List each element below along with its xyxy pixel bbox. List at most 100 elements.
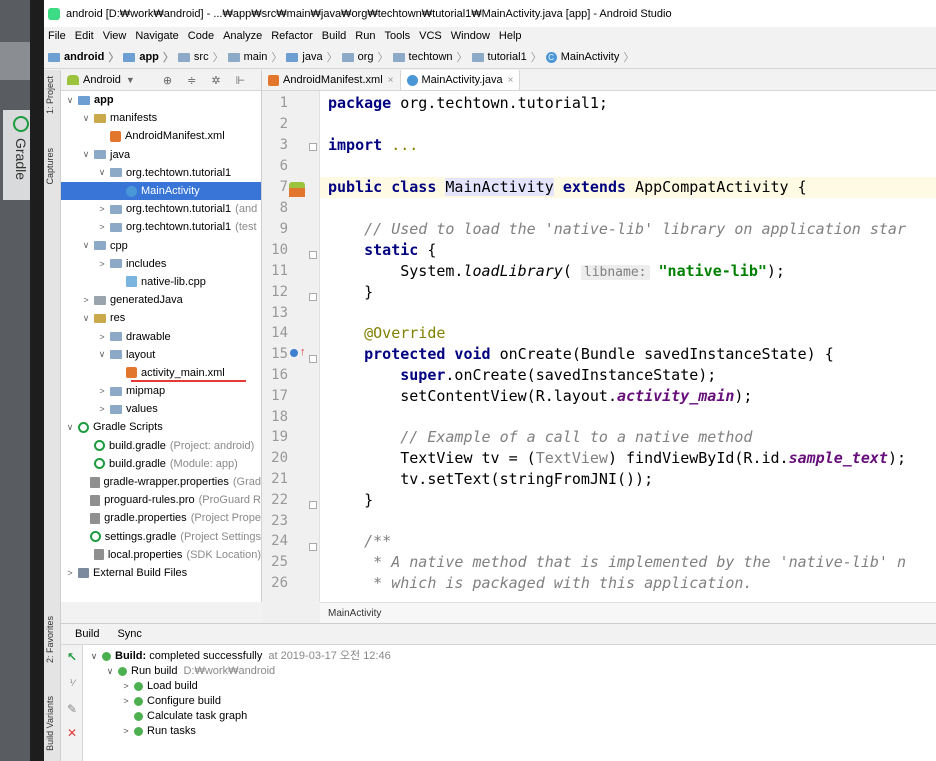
tree-item[interactable]: gradle.properties (Project Prope [61, 509, 261, 527]
tree-item[interactable]: ∨ org.techtown.tutorial1 [61, 164, 261, 182]
menu-view[interactable]: View [103, 30, 127, 42]
crumb-org[interactable]: org 〉 [341, 49, 389, 65]
chevron-right-icon[interactable]: > [97, 259, 107, 269]
fold-icon[interactable] [309, 143, 317, 151]
menu-refactor[interactable]: Refactor [271, 30, 313, 42]
close-icon[interactable]: × [508, 75, 514, 86]
fold-icon[interactable] [309, 355, 317, 363]
chevron-right-icon[interactable]: > [97, 204, 107, 214]
tree-item[interactable]: > org.techtown.tutorial1 (test [61, 218, 261, 236]
project-view-selector[interactable]: Android [83, 74, 121, 86]
chevron-down-icon[interactable]: ∨ [89, 649, 99, 664]
tree-item[interactable]: local.properties (SDK Location) [61, 546, 261, 564]
build-row-status[interactable]: ∨ Build: completed successfully at 2019-… [89, 649, 391, 664]
close-icon[interactable]: × [388, 75, 394, 86]
chevron-down-icon[interactable]: ∨ [81, 313, 91, 324]
tree-item[interactable]: ∨ Gradle Scripts [61, 418, 261, 436]
tab-mainactivity[interactable]: MainActivity.java × [400, 70, 521, 90]
chevron-right-icon[interactable]: > [97, 222, 107, 232]
chevron-right-icon[interactable]: > [97, 404, 107, 414]
chevron-right-icon[interactable]: > [121, 724, 131, 739]
build-row-load-build[interactable]: > Load build [121, 679, 197, 694]
tree-item[interactable]: build.gradle (Project: android) [61, 437, 261, 455]
menu-edit[interactable]: Edit [75, 30, 94, 42]
tree-item[interactable]: > values [61, 400, 261, 418]
chevron-right-icon[interactable]: > [65, 568, 75, 578]
build-variants-tool-tab[interactable]: Build Variants [45, 696, 55, 751]
chevron-right-icon[interactable]: > [81, 295, 91, 305]
crumb-android[interactable]: android 〉 [48, 49, 119, 65]
crumb-tutorial1[interactable]: tutorial1 〉 [471, 49, 542, 65]
fold-icon[interactable] [309, 251, 317, 259]
menu-navigate[interactable]: Navigate [135, 30, 178, 42]
menu-window[interactable]: Window [451, 30, 490, 42]
fold-icon[interactable] [309, 293, 317, 301]
project-panel-tools[interactable]: ⊕ ≑ ✲ ⊩ [163, 74, 251, 87]
build-row-configure-build[interactable]: > Configure build [121, 694, 221, 709]
build-row-run-build[interactable]: ∨ Run build D:₩work₩android [105, 664, 275, 679]
tree-item[interactable]: > mipmap [61, 382, 261, 400]
chevron-down-icon[interactable]: ▼ [126, 75, 135, 85]
tree-item[interactable]: > drawable [61, 327, 261, 345]
tree-item[interactable]: activity_main.xml [61, 364, 261, 382]
chevron-down-icon[interactable]: ∨ [105, 664, 115, 679]
chevron-down-icon[interactable]: ∨ [65, 422, 75, 433]
tree-item[interactable]: settings.gradle (Project Settings [61, 528, 261, 546]
tree-item[interactable]: ∨ layout [61, 346, 261, 364]
tree-item[interactable]: ∨ manifests [61, 109, 261, 127]
crumb-mainactivity[interactable]: C MainActivity 〉 [545, 49, 634, 65]
tab-androidmanifest[interactable]: AndroidManifest.xml × [262, 70, 401, 90]
menu-tools[interactable]: Tools [384, 30, 410, 42]
tree-item[interactable]: > org.techtown.tutorial1 (and [61, 200, 261, 218]
project-tool-tab[interactable]: 1: Project [45, 76, 55, 114]
chevron-right-icon[interactable]: > [121, 694, 131, 709]
menu-vcs[interactable]: VCS [419, 30, 442, 42]
tab-build[interactable]: Build [75, 628, 99, 640]
chevron-right-icon[interactable]: > [97, 386, 107, 396]
tree-item[interactable]: build.gradle (Module: app) [61, 455, 261, 473]
chevron-down-icon[interactable]: ∨ [97, 349, 107, 360]
tree-item[interactable]: AndroidManifest.xml [61, 127, 261, 145]
fold-icon[interactable] [309, 543, 317, 551]
tree-item[interactable]: native-lib.cpp [61, 273, 261, 291]
menu-help[interactable]: Help [499, 30, 522, 42]
chevron-down-icon[interactable]: ∨ [81, 149, 91, 160]
override-icon[interactable] [290, 349, 298, 357]
captures-tool-tab[interactable]: Captures [45, 148, 55, 185]
crumb-main[interactable]: main 〉 [227, 49, 282, 65]
tree-item[interactable]: gradle-wrapper.properties (Grad [61, 473, 261, 491]
menu-build[interactable]: Build [322, 30, 346, 42]
chevron-right-icon[interactable]: > [121, 679, 131, 694]
favorites-tool-tab[interactable]: 2: Favorites [45, 616, 55, 663]
tree-item[interactable]: > External Build Files [61, 564, 261, 582]
build-row-run-tasks[interactable]: > Run tasks [121, 724, 196, 739]
menu-code[interactable]: Code [188, 30, 214, 42]
tree-item[interactable]: proguard-rules.pro (ProGuard R [61, 491, 261, 509]
code-editor[interactable]: package org.techtown.tutorial1; import .… [320, 91, 936, 602]
crumb-java[interactable]: java 〉 [286, 49, 338, 65]
pin-icon[interactable]: ✎ [66, 703, 78, 715]
menu-file[interactable]: File [48, 30, 66, 42]
tree-item[interactable]: ∨ java [61, 146, 261, 164]
tree-item[interactable]: ∨ app [61, 91, 261, 109]
tree-item[interactable]: ∨ res [61, 309, 261, 327]
chevron-down-icon[interactable]: ∨ [65, 95, 75, 106]
fold-icon[interactable] [309, 501, 317, 509]
chevron-down-icon[interactable]: ∨ [81, 240, 91, 251]
chevron-down-icon[interactable]: ∨ [81, 113, 91, 124]
rebuild-icon[interactable]: ↖ [66, 651, 78, 663]
menu-analyze[interactable]: Analyze [223, 30, 262, 42]
chevron-right-icon[interactable]: > [97, 332, 107, 342]
toggle-view-icon[interactable]: ⅟ [66, 677, 78, 689]
chevron-down-icon[interactable]: ∨ [97, 167, 107, 178]
tab-sync[interactable]: Sync [117, 628, 141, 640]
crumb-techtown[interactable]: techtown 〉 [392, 49, 468, 65]
menu-run[interactable]: Run [355, 30, 375, 42]
crumb-src[interactable]: src 〉 [177, 49, 224, 65]
tree-item[interactable]: ∨ cpp [61, 237, 261, 255]
close-icon[interactable]: ✕ [66, 727, 78, 739]
layout-preview-icon[interactable] [289, 188, 305, 197]
build-row-task-graph[interactable]: Calculate task graph [134, 709, 247, 724]
tree-item[interactable]: MainActivity [61, 181, 261, 201]
crumb-app[interactable]: app 〉 [123, 49, 174, 65]
